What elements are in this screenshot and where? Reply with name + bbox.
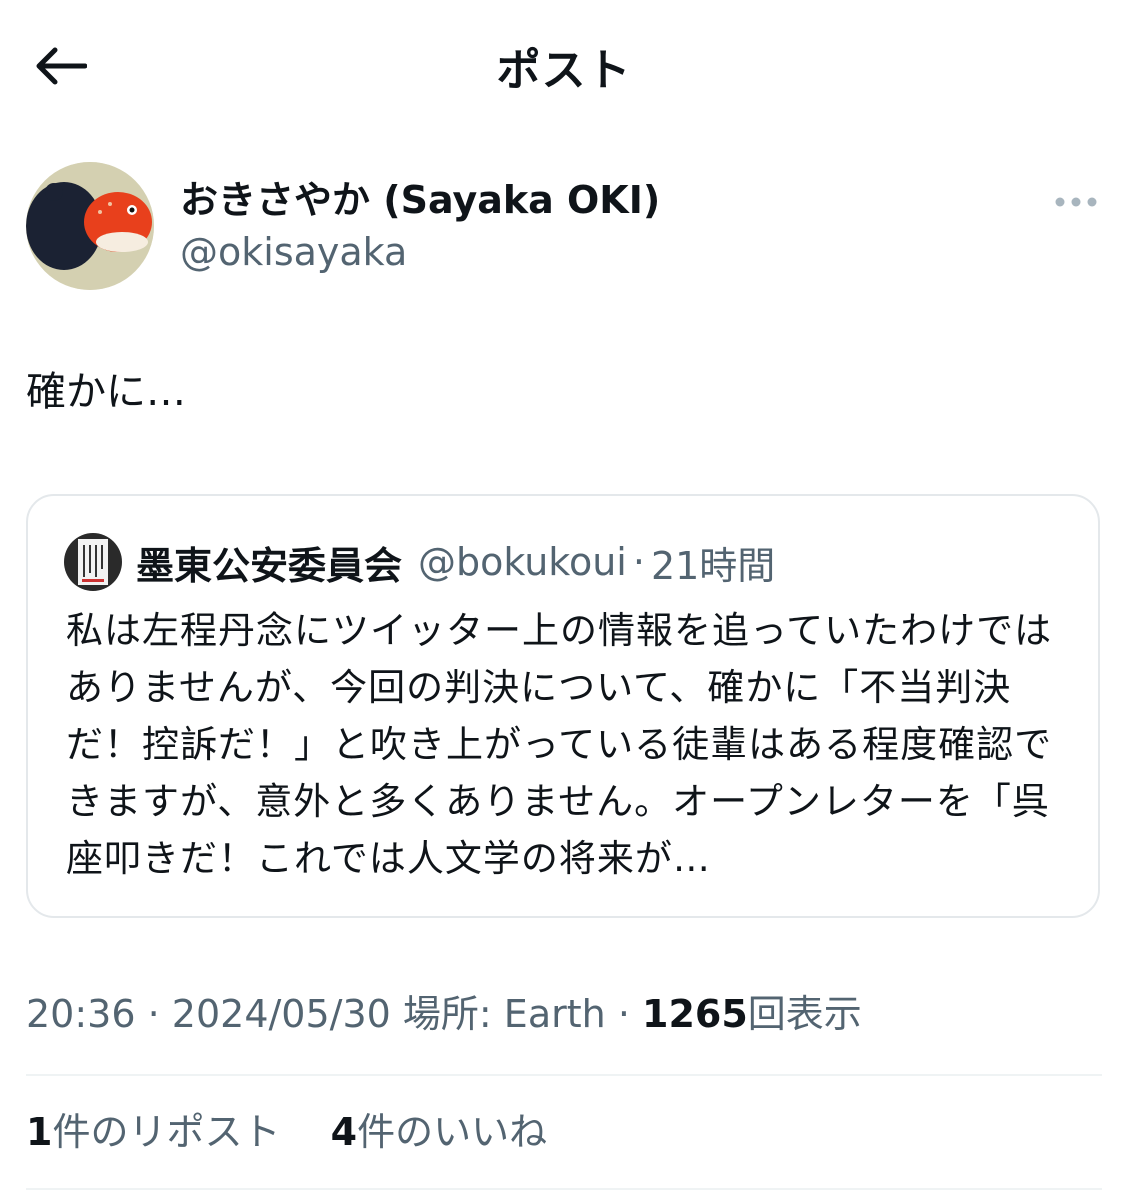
quoted-avatar-image — [64, 533, 122, 591]
quoted-display-name[interactable]: 墨東公安委員会 — [136, 535, 402, 590]
meta-separator: · — [617, 992, 630, 1036]
avatar-image — [26, 162, 154, 290]
quoted-tweet-header: 墨東公安委員会 @bokukoui · 21時間 — [64, 532, 775, 592]
tweet-time[interactable]: 20:36 — [26, 992, 136, 1036]
tweet-text: 確かに… — [26, 369, 186, 415]
views-label: 回表示 — [747, 992, 862, 1036]
reposts-label: 件のリポスト — [52, 1110, 281, 1154]
quoted-tweet-card[interactable]: 墨東公安委員会 @bokukoui · 21時間 私は左程丹念にツイッター上の情… — [26, 494, 1100, 918]
tweet-meta: 20:36 · 2024/05/30 場所: Earth · 1265回表示 — [26, 990, 862, 1038]
reposts-stat[interactable]: 1件のリポスト — [26, 1110, 280, 1154]
avatar[interactable] — [26, 162, 154, 290]
likes-count: 4 — [330, 1110, 358, 1154]
more-horizontal-icon — [1055, 197, 1097, 207]
author-block: おきさやか (Sayaka OKI) @okisayaka — [26, 162, 1106, 292]
author-names: おきさやか (Sayaka OKI) @okisayaka — [180, 174, 660, 278]
divider — [26, 1074, 1102, 1076]
quoted-tweet-text: 私は左程丹念にツイッター上の情報を追っていたわけではありませんが、今回の判決につ… — [66, 609, 1053, 880]
reposts-count: 1 — [26, 1110, 53, 1154]
quoted-timestamp[interactable]: 21時間 — [651, 535, 775, 590]
tweet-location: 場所: Earth — [402, 992, 606, 1036]
tweet-date[interactable]: 2024/05/30 — [172, 992, 391, 1036]
top-bar: ポスト — [0, 0, 1128, 130]
more-options-button[interactable] — [1046, 184, 1106, 220]
page-title: ポスト — [496, 45, 632, 96]
meta-separator: · — [147, 992, 160, 1036]
quoted-separator: · — [632, 540, 645, 584]
quoted-avatar[interactable] — [64, 533, 122, 591]
author-handle[interactable]: @okisayaka — [180, 226, 660, 278]
views-count: 1265 — [642, 992, 748, 1036]
quoted-handle[interactable]: @bokukoui — [418, 540, 627, 584]
engagement-stats: 1件のリポスト 4件のいいね — [26, 1108, 547, 1156]
likes-stat[interactable]: 4件のいいね — [331, 1110, 547, 1154]
likes-label: 件のいいね — [357, 1110, 548, 1154]
divider — [26, 1188, 1102, 1190]
author-display-name[interactable]: おきさやか (Sayaka OKI) — [180, 174, 660, 226]
